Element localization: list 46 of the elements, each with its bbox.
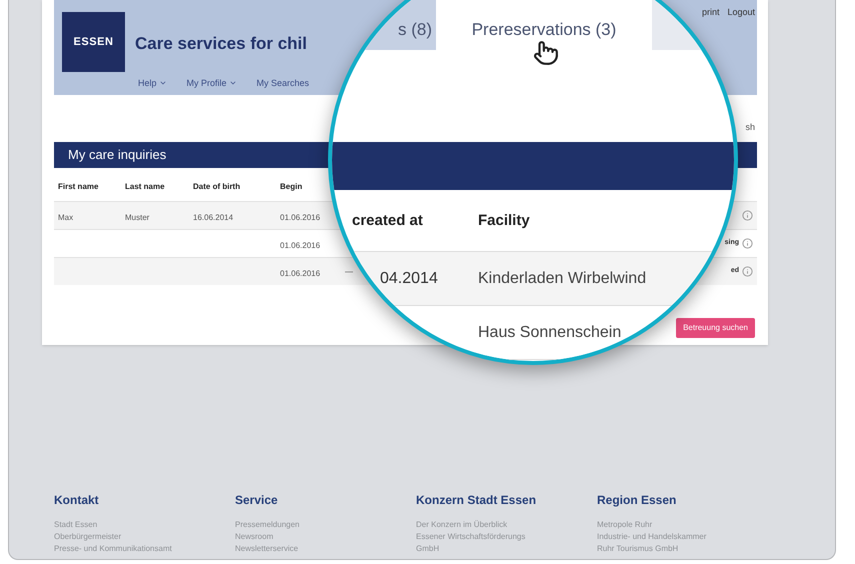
footer-link[interactable]: Presse- und Kommunikationsamt xyxy=(54,543,235,555)
nav-menu[interactable]: Help xyxy=(138,76,167,90)
info-icon[interactable] xyxy=(742,210,753,221)
table-cell-text: Haus Sonnenschein xyxy=(478,322,622,342)
essen-logo: ESSEN xyxy=(62,12,125,72)
footer-link[interactable]: GmbH xyxy=(416,543,597,555)
column-header: First name xyxy=(58,182,98,190)
footer-heading: Kontakt xyxy=(54,492,100,509)
site-title: Care services for chil xyxy=(135,33,308,55)
footer-link[interactable]: Oberbürgermeister xyxy=(54,531,235,543)
footer-link[interactable]: Newsletterservice xyxy=(235,543,416,555)
column-header: Date of birth xyxy=(193,182,240,190)
footer-link[interactable]: Metropole Ruhr xyxy=(597,519,778,531)
table-cell: 01.06.2016 xyxy=(280,268,320,278)
nav-menu[interactable]: My Profile xyxy=(186,76,237,90)
footer-link[interactable]: Newsroom xyxy=(235,531,416,543)
tab[interactable]: s (8) xyxy=(398,16,432,42)
footer-link[interactable]: Der Konzern im Überblick xyxy=(416,519,597,531)
footer-heading: Region Essen xyxy=(597,492,678,509)
column-header: Last name xyxy=(125,182,165,190)
footer-link[interactable]: Pressemeldungen xyxy=(235,519,416,531)
footer-link[interactable]: Stadt Essen xyxy=(54,519,235,531)
top-link[interactable]: print xyxy=(702,6,720,18)
footer-heading: Service xyxy=(235,492,279,509)
table-cell: 04.2014 xyxy=(380,270,438,286)
column-header: created at xyxy=(352,212,423,228)
table-cell: Max xyxy=(58,212,74,222)
info-icon[interactable] xyxy=(742,238,753,249)
column-header: Facility xyxy=(478,212,530,228)
footer-link[interactable]: Industrie- und Handelskammer xyxy=(597,531,778,543)
nav-menu[interactable]: My Searches xyxy=(256,76,310,90)
side-link[interactable]: sh xyxy=(745,121,755,135)
search-care-button[interactable]: Betreuung suchen xyxy=(676,318,755,338)
hand-cursor-icon xyxy=(533,38,559,68)
table-cell: 01.06.2016 xyxy=(280,240,320,250)
footer-heading: Konzern Stadt Essen xyxy=(416,492,538,509)
table-cell-text: Kinderladen Wirbelwind xyxy=(478,268,646,288)
top-link[interactable]: Logout xyxy=(727,6,755,18)
footer-link[interactable]: Essener Wirtschaftsförderungs xyxy=(416,531,597,543)
table-cell: 01.06.2016 xyxy=(280,212,320,222)
info-icon[interactable] xyxy=(742,266,753,277)
table-cell: 16.06.2014 xyxy=(193,212,234,222)
footer-link[interactable]: Ruhr Tourismus GmbH xyxy=(597,543,778,555)
table-cell: — xyxy=(345,266,353,278)
column-header: Begin xyxy=(280,182,302,190)
table-cell: Muster xyxy=(125,212,150,222)
